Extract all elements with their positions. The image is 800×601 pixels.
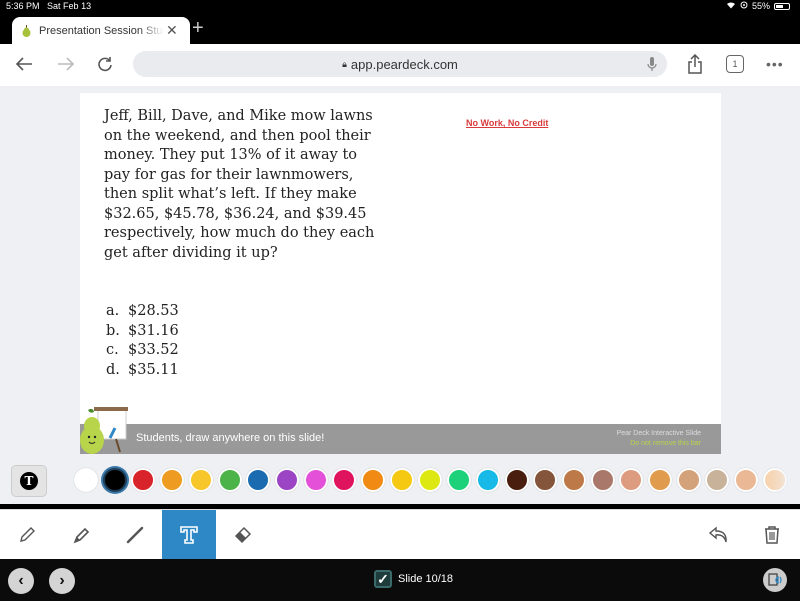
color-swatch[interactable] bbox=[74, 468, 98, 492]
color-swatch[interactable] bbox=[303, 468, 328, 492]
color-swatch[interactable] bbox=[734, 468, 759, 492]
pencil-tool[interactable] bbox=[0, 510, 54, 560]
color-swatch[interactable] bbox=[475, 468, 500, 492]
color-swatch[interactable] bbox=[160, 468, 185, 492]
reload-button[interactable] bbox=[93, 52, 117, 76]
color-swatch[interactable] bbox=[561, 468, 586, 492]
undo-icon bbox=[708, 526, 727, 543]
slide-canvas[interactable]: Jeff, Bill, Dave, and Mike mow lawns on … bbox=[80, 93, 721, 454]
color-swatch[interactable] bbox=[102, 468, 127, 492]
question-text: Jeff, Bill, Dave, and Mike mow lawns on … bbox=[104, 108, 375, 261]
tab-title: Presentation Session Student bbox=[39, 24, 164, 37]
battery-icon bbox=[774, 2, 790, 10]
lock-icon: 🔒︎ bbox=[342, 58, 347, 69]
no-work-note: No Work, No Credit bbox=[466, 118, 549, 128]
color-swatch[interactable] bbox=[619, 468, 644, 492]
color-swatch[interactable] bbox=[274, 468, 299, 492]
forward-button[interactable] bbox=[54, 52, 78, 76]
share-icon bbox=[688, 54, 702, 74]
browser-tab[interactable]: Presentation Session Student ✕ bbox=[12, 17, 190, 44]
arrow-right-icon bbox=[58, 57, 75, 71]
microphone-icon[interactable] bbox=[647, 56, 657, 75]
answer-list: a. $28.53 b. $31.16 c. $33.52 d. $35.11 bbox=[106, 302, 179, 380]
battery-percent: 55% bbox=[751, 1, 770, 11]
ios-status-bar: 5:36 PM Sat Feb 13 55% bbox=[0, 0, 800, 14]
more-menu-button[interactable]: ••• bbox=[766, 56, 784, 72]
drawing-toolbar bbox=[0, 509, 800, 560]
pear-deck-brand: Pear Deck Interactive Slide Do not remov… bbox=[616, 430, 701, 447]
color-swatch[interactable] bbox=[332, 468, 357, 492]
color-swatch[interactable] bbox=[361, 468, 385, 492]
share-button[interactable] bbox=[683, 52, 707, 76]
answer-option: b. $31.16 bbox=[106, 322, 179, 339]
pear-mascot-icon bbox=[80, 406, 130, 454]
color-swatch[interactable] bbox=[246, 468, 271, 492]
highlighter-icon bbox=[73, 527, 90, 544]
color-swatch[interactable] bbox=[389, 468, 414, 492]
pear-deck-draw-bar: Students, draw anywhere on this slide! P… bbox=[80, 424, 721, 454]
clear-button[interactable] bbox=[745, 510, 799, 560]
immersive-reader-button[interactable] bbox=[763, 568, 787, 592]
color-swatch[interactable] bbox=[676, 468, 701, 492]
next-slide-button[interactable]: › bbox=[49, 568, 75, 594]
answer-option: d. $35.11 bbox=[106, 361, 179, 378]
wifi-icon bbox=[726, 1, 736, 11]
color-swatch[interactable] bbox=[217, 468, 242, 492]
text-tool-icon: T bbox=[20, 472, 38, 490]
answer-option: c. $33.52 bbox=[106, 342, 179, 358]
status-right: 55% bbox=[726, 1, 790, 11]
color-swatch[interactable] bbox=[533, 468, 558, 492]
color-swatch[interactable] bbox=[504, 468, 529, 492]
reader-icon bbox=[768, 573, 782, 586]
color-swatch[interactable] bbox=[590, 468, 615, 492]
slide-label: Slide 10/18 bbox=[398, 573, 454, 585]
undo-button[interactable] bbox=[692, 510, 746, 560]
color-palette: T bbox=[0, 456, 800, 504]
draw-instruction: Students, draw anywhere on this slide! bbox=[136, 432, 325, 444]
slide-counter: ✓ Slide 10/18 bbox=[374, 570, 453, 588]
checkmark-icon: ✓ bbox=[374, 570, 392, 588]
eraser-tool[interactable] bbox=[216, 510, 270, 560]
color-swatch[interactable] bbox=[705, 468, 730, 492]
back-button[interactable] bbox=[12, 52, 36, 76]
line-icon bbox=[126, 526, 144, 544]
address-bar[interactable]: 🔒︎ app.peardeck.com bbox=[133, 51, 667, 77]
pencil-icon bbox=[20, 527, 35, 542]
color-swatch[interactable] bbox=[648, 468, 672, 492]
text-size-button[interactable]: T bbox=[11, 465, 47, 497]
orientation-lock-icon bbox=[740, 1, 748, 11]
color-swatch[interactable] bbox=[447, 468, 472, 492]
trash-icon bbox=[765, 526, 779, 544]
status-time: 5:36 PM Sat Feb 13 bbox=[6, 1, 92, 11]
eraser-icon bbox=[234, 526, 252, 544]
tab-strip: Presentation Session Student ✕ + bbox=[0, 14, 800, 44]
arrow-left-icon bbox=[15, 57, 32, 71]
palette-fade bbox=[770, 456, 800, 504]
battery-fill bbox=[776, 4, 783, 8]
answer-option: a. $28.53 bbox=[106, 303, 179, 319]
close-tab-icon[interactable]: ✕ bbox=[166, 22, 178, 39]
color-swatch[interactable] bbox=[188, 468, 213, 492]
previous-slide-button[interactable]: ‹ bbox=[8, 568, 34, 594]
new-tab-button[interactable]: + bbox=[192, 18, 204, 38]
color-swatch[interactable] bbox=[418, 468, 443, 492]
reload-icon bbox=[98, 57, 112, 72]
text-tool[interactable] bbox=[162, 510, 216, 560]
line-tool[interactable] bbox=[108, 510, 162, 560]
page-content: Jeff, Bill, Dave, and Mike mow lawns on … bbox=[0, 86, 800, 504]
browser-toolbar: 🔒︎ app.peardeck.com 1 ••• bbox=[0, 44, 800, 86]
session-footer: ‹ › ✓ Slide 10/18 bbox=[0, 559, 800, 601]
tab-count-button[interactable]: 1 bbox=[726, 55, 744, 73]
text-icon bbox=[180, 526, 198, 544]
color-swatch[interactable] bbox=[131, 468, 156, 492]
highlighter-tool[interactable] bbox=[54, 510, 108, 560]
pear-deck-favicon bbox=[22, 24, 31, 37]
url-text: app.peardeck.com bbox=[350, 56, 458, 72]
